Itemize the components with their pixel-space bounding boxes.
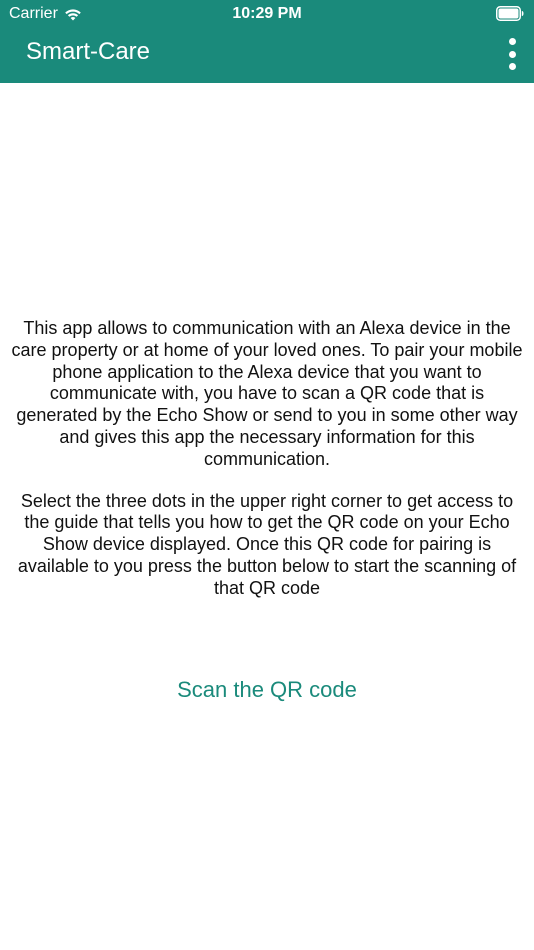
app-header: Carrier 10:29 PM Smart-Care — [0, 0, 534, 83]
scan-qr-code-button[interactable]: Scan the QR code — [0, 676, 534, 704]
screen: Carrier 10:29 PM Smart-Care This app all… — [0, 0, 534, 950]
battery-icon — [496, 6, 524, 21]
more-options-button[interactable] — [502, 38, 522, 70]
more-vertical-icon-dot — [508, 50, 516, 58]
clock: 10:29 PM — [232, 5, 302, 22]
more-vertical-icon — [508, 38, 516, 45]
more-vertical-icon-dot — [508, 63, 516, 70]
instructions: This app allows to communication with an… — [0, 318, 534, 600]
guide-paragraph: Select the three dots in the upper right… — [17, 490, 517, 598]
status-bar: Carrier 10:29 PM — [0, 0, 534, 28]
intro-paragraph: This app allows to communication with an… — [11, 318, 523, 469]
app-title: Smart-Care — [26, 38, 151, 65]
